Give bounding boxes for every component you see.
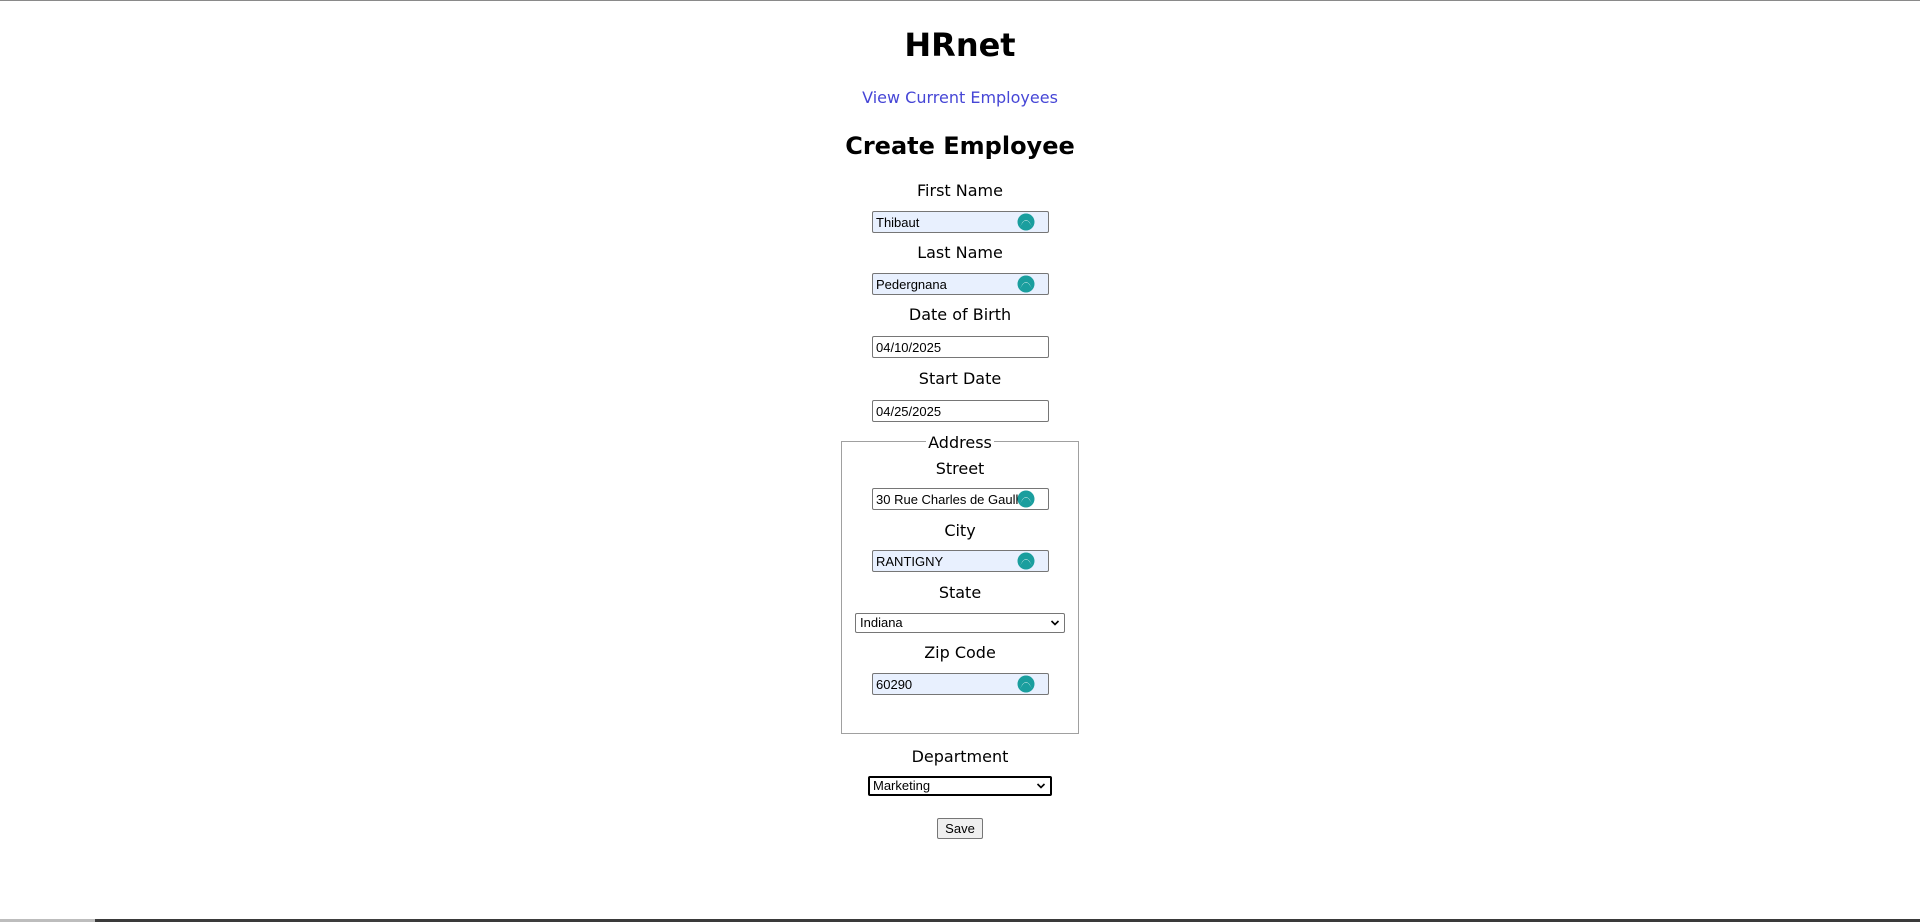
save-button[interactable]: Save [937, 818, 983, 839]
chevron-down-icon [1050, 620, 1060, 626]
state-selected-value: Indiana [860, 615, 903, 630]
street-label: Street [935, 459, 985, 478]
date-of-birth-label: Date of Birth [908, 305, 1012, 324]
page-title: Create Employee [845, 132, 1075, 160]
state-select[interactable]: Indiana [855, 613, 1065, 633]
window-top-border [0, 0, 1920, 1]
department-select[interactable]: Marketing [868, 776, 1052, 796]
state-label: State [938, 583, 982, 602]
last-name-label: Last Name [917, 243, 1003, 262]
password-manager-icon[interactable] [1017, 675, 1035, 693]
zip-code-label: Zip Code [924, 643, 996, 662]
address-legend-text: Address [926, 433, 994, 452]
department-selected-value: Marketing [873, 778, 931, 793]
department-label: Department [911, 747, 1009, 766]
first-name-label: First Name [917, 181, 1003, 200]
start-date-input[interactable] [872, 400, 1049, 422]
address-legend: Address [0, 432, 1920, 454]
start-date-label: Start Date [918, 369, 1002, 388]
view-employees-link[interactable]: View Current Employees [862, 88, 1058, 107]
password-manager-icon[interactable] [1017, 490, 1035, 508]
page: HRnet View Current Employees Create Empl… [0, 0, 1920, 922]
app-title: HRnet [904, 26, 1016, 64]
date-of-birth-input[interactable] [872, 336, 1049, 358]
city-label: City [944, 521, 976, 540]
password-manager-icon[interactable] [1017, 552, 1035, 570]
password-manager-icon[interactable] [1017, 213, 1035, 231]
nav-link-container: View Current Employees [0, 87, 1920, 109]
password-manager-icon[interactable] [1017, 275, 1035, 293]
chevron-down-icon [1036, 783, 1046, 789]
